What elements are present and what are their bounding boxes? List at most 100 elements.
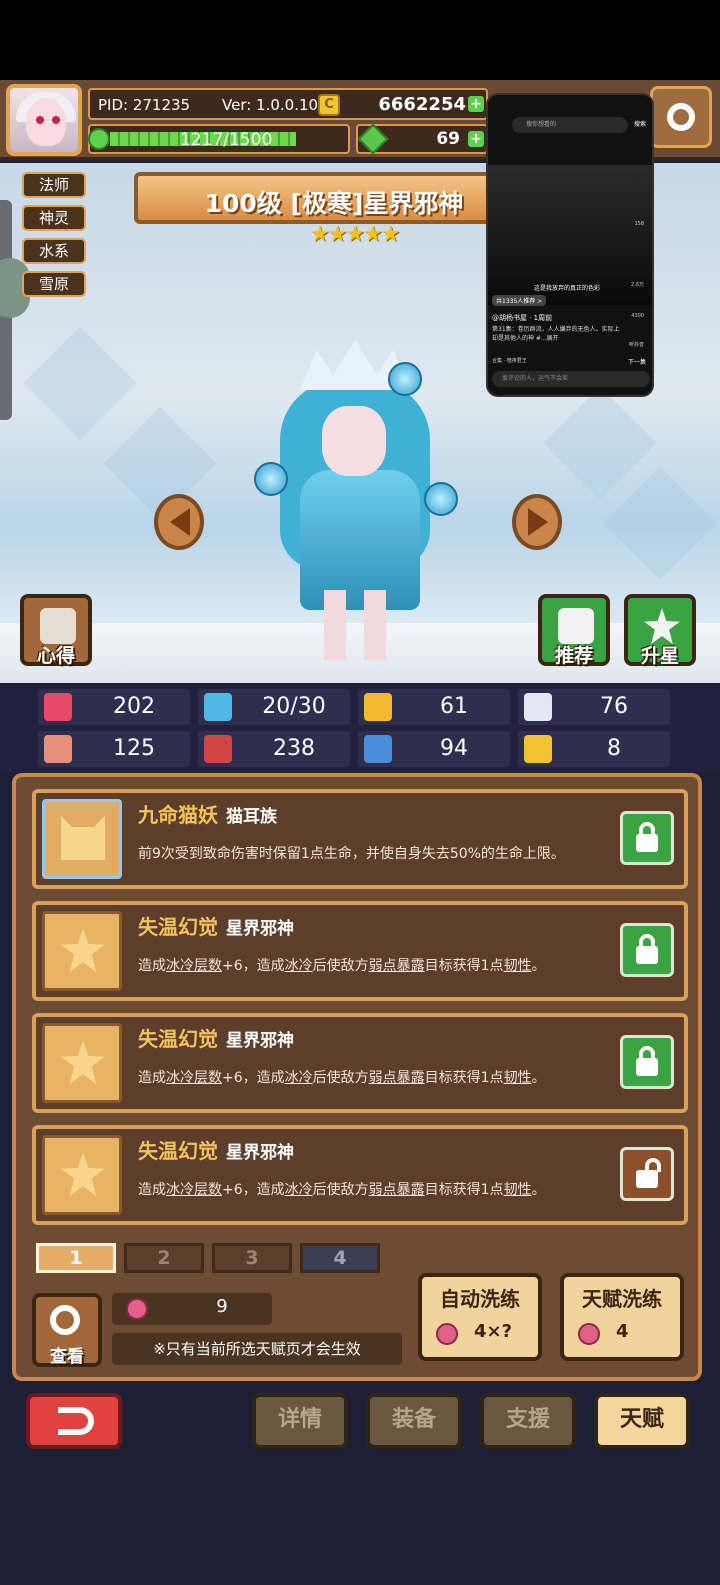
hero-leg <box>364 590 386 660</box>
stat-value: 20/30 <box>262 694 326 719</box>
helmet-icon <box>40 608 76 644</box>
talent-card[interactable]: 失温幻觉 星界邪神 造成冰冷层数+6，造成冰冷后使敌方弱点暴露目标获得1点韧性。 <box>32 1013 688 1113</box>
keyword-link[interactable]: 弱点暴露 <box>369 1070 425 1086</box>
upgrade-star-button[interactable]: 升星 <box>624 594 696 667</box>
talent-name: 失温幻觉 <box>138 915 218 939</box>
comment-input[interactable]: 爱评论的人，运气不会差 <box>492 371 650 387</box>
talent-lock-button[interactable] <box>620 811 674 865</box>
star-icon <box>61 1040 105 1084</box>
desc-text: 。 <box>531 958 546 974</box>
next-hero-button[interactable] <box>512 494 562 550</box>
talent-title: 失温幻觉 星界邪神 <box>138 1023 294 1052</box>
keyword-link[interactable]: 韧性 <box>504 1182 532 1198</box>
next-episode-button[interactable]: 下一集 <box>628 357 646 366</box>
insight-button[interactable]: 心得 <box>20 594 92 667</box>
like-count: 158 <box>634 221 644 227</box>
stat-luck: 8 <box>518 731 670 767</box>
tab-equipment[interactable]: 装备 <box>366 1393 462 1449</box>
fruit-icon <box>126 1298 148 1320</box>
talent-page-4[interactable]: 4 <box>300 1243 380 1273</box>
stats-panel: 202 20/30 61 76 125 238 94 8 <box>0 683 720 773</box>
tab-talent[interactable]: 天赋 <box>594 1393 690 1449</box>
tab-details[interactable]: 详情 <box>252 1393 348 1449</box>
stat-value: 76 <box>600 694 628 719</box>
overlay-search-button[interactable]: 搜索 <box>634 119 646 128</box>
talent-card[interactable]: 九命猫妖 猫耳族 前9次受到致命伤害时保留1点生命，并使自身失去50%的生命上限。 <box>32 789 688 889</box>
talent-page-3[interactable]: 3 <box>212 1243 292 1273</box>
talent-name: 失温幻觉 <box>138 1027 218 1051</box>
talent-wash-button[interactable]: 天赋洗练 4 <box>560 1273 684 1361</box>
talent-lock-button[interactable] <box>620 923 674 977</box>
player-avatar[interactable] <box>6 84 82 156</box>
stat-skill: 94 <box>358 731 510 767</box>
talent-race: 星界邪神 <box>226 1143 294 1163</box>
floating-video-window[interactable]: 搜你想看的 搜索 这是我放弃的真正的色彩 共1335人推荐 > @胡杨书屋 · … <box>486 93 654 397</box>
auto-wash-button[interactable]: 自动洗练 4×? <box>418 1273 542 1361</box>
gem-amount: 69 <box>436 129 460 149</box>
energy-leaf-icon <box>88 128 110 150</box>
desc-text: 造成 <box>138 1070 166 1086</box>
video-author[interactable]: @胡杨书屋 · 1周前 <box>492 313 552 323</box>
energy-value: 1217/1500 <box>180 130 273 150</box>
talent-title: 九命猫妖 猫耳族 <box>138 799 277 828</box>
talent-lock-button[interactable] <box>620 1035 674 1089</box>
hero-title-banner: 100级 [极寒]星界邪神 <box>134 172 534 224</box>
talent-description: 前9次受到致命伤害时保留1点生命，并使自身失去50%的生命上限。 <box>138 843 565 863</box>
add-gem-button[interactable]: + <box>468 131 484 147</box>
talent-wash-cost: 4 <box>616 1321 629 1342</box>
spellbook-icon <box>204 735 232 763</box>
overlay-search-input[interactable]: 搜你想看的 <box>512 117 628 133</box>
recommend-label: 推荐 <box>554 645 593 667</box>
talent-unlock-button[interactable] <box>620 1147 674 1201</box>
keyword-link[interactable]: 冰冷层数 <box>166 1070 222 1086</box>
settings-button[interactable] <box>650 86 712 148</box>
add-gold-button[interactable]: + <box>468 96 484 112</box>
fruit-count: 9 <box>216 1296 228 1317</box>
talent-wash-label: 天赋洗练 <box>582 1287 662 1311</box>
stat-attack: 125 <box>38 731 190 767</box>
ice-crystal <box>603 466 717 580</box>
desc-text: 。 <box>531 1182 546 1198</box>
fist-icon <box>44 735 72 763</box>
talent-card[interactable]: 失温幻觉 星界邪神 造成冰冷层数+6，造成冰冷后使敌方弱点暴露目标获得1点韧性。 <box>32 901 688 1001</box>
insight-label: 心得 <box>36 645 75 667</box>
keyword-link[interactable]: 弱点暴露 <box>369 1182 425 1198</box>
chevron-left-icon <box>170 508 190 536</box>
favorite-count: 2.6万 <box>631 282 644 288</box>
hero-tag-race: 神灵 <box>22 205 86 231</box>
keyword-link[interactable]: 弱点暴露 <box>369 958 425 974</box>
tab-support[interactable]: 支援 <box>480 1393 576 1449</box>
lock-body <box>636 1058 658 1076</box>
player-info-bar: PID: 271235 Ver: 1.0.0.10 C 6662254 + <box>88 88 488 120</box>
talent-page-2[interactable]: 2 <box>124 1243 204 1273</box>
keyword-link[interactable]: 冰冷层数 <box>166 1182 222 1198</box>
keyword-link[interactable]: 冰冷层数 <box>166 958 222 974</box>
talent-name: 九命猫妖 <box>138 803 218 827</box>
desc-text: 造成 <box>138 1182 166 1198</box>
talent-page-tabs: 1 2 3 4 <box>36 1241 416 1275</box>
magnifier-icon <box>50 1305 80 1335</box>
keyword-link[interactable]: 韧性 <box>504 958 532 974</box>
keyword-link[interactable]: 冰冷 <box>285 1070 313 1086</box>
talent-icon-box <box>42 1023 122 1103</box>
talent-page-1[interactable]: 1 <box>36 1243 116 1273</box>
stat-mana: 20/30 <box>198 689 350 725</box>
stat-value: 202 <box>113 694 155 719</box>
keyword-link[interactable]: 冰冷 <box>285 958 313 974</box>
talent-description: 造成冰冷层数+6，造成冰冷后使敌方弱点暴露目标获得1点韧性。 <box>138 1179 546 1199</box>
talent-card[interactable]: 失温幻觉 星界邪神 造成冰冷层数+6，造成冰冷后使敌方弱点暴露目标获得1点韧性。 <box>32 1125 688 1225</box>
listen-label[interactable]: 听抖音 <box>629 341 644 348</box>
keyword-link[interactable]: 韧性 <box>504 1070 532 1086</box>
view-button[interactable]: 查看 <box>32 1293 102 1367</box>
back-button[interactable] <box>26 1393 122 1449</box>
lock-body <box>636 1170 658 1188</box>
video-collection[interactable]: 合集 · 暗夜君王 <box>492 357 527 364</box>
keyword-link[interactable]: 冰冷 <box>285 1182 313 1198</box>
stat-value: 61 <box>440 694 468 719</box>
talent-desc-text: 前9次受到致命伤害时保留1点生命，并使自身失去50%的生命上限。 <box>138 846 565 862</box>
recommend-count[interactable]: 共1335人推荐 > <box>492 295 547 306</box>
prev-hero-button[interactable] <box>154 494 204 550</box>
desc-text: 目标获得1点 <box>424 1182 504 1198</box>
star-icon <box>61 1152 105 1196</box>
recommend-button[interactable]: 推荐 <box>538 594 610 667</box>
